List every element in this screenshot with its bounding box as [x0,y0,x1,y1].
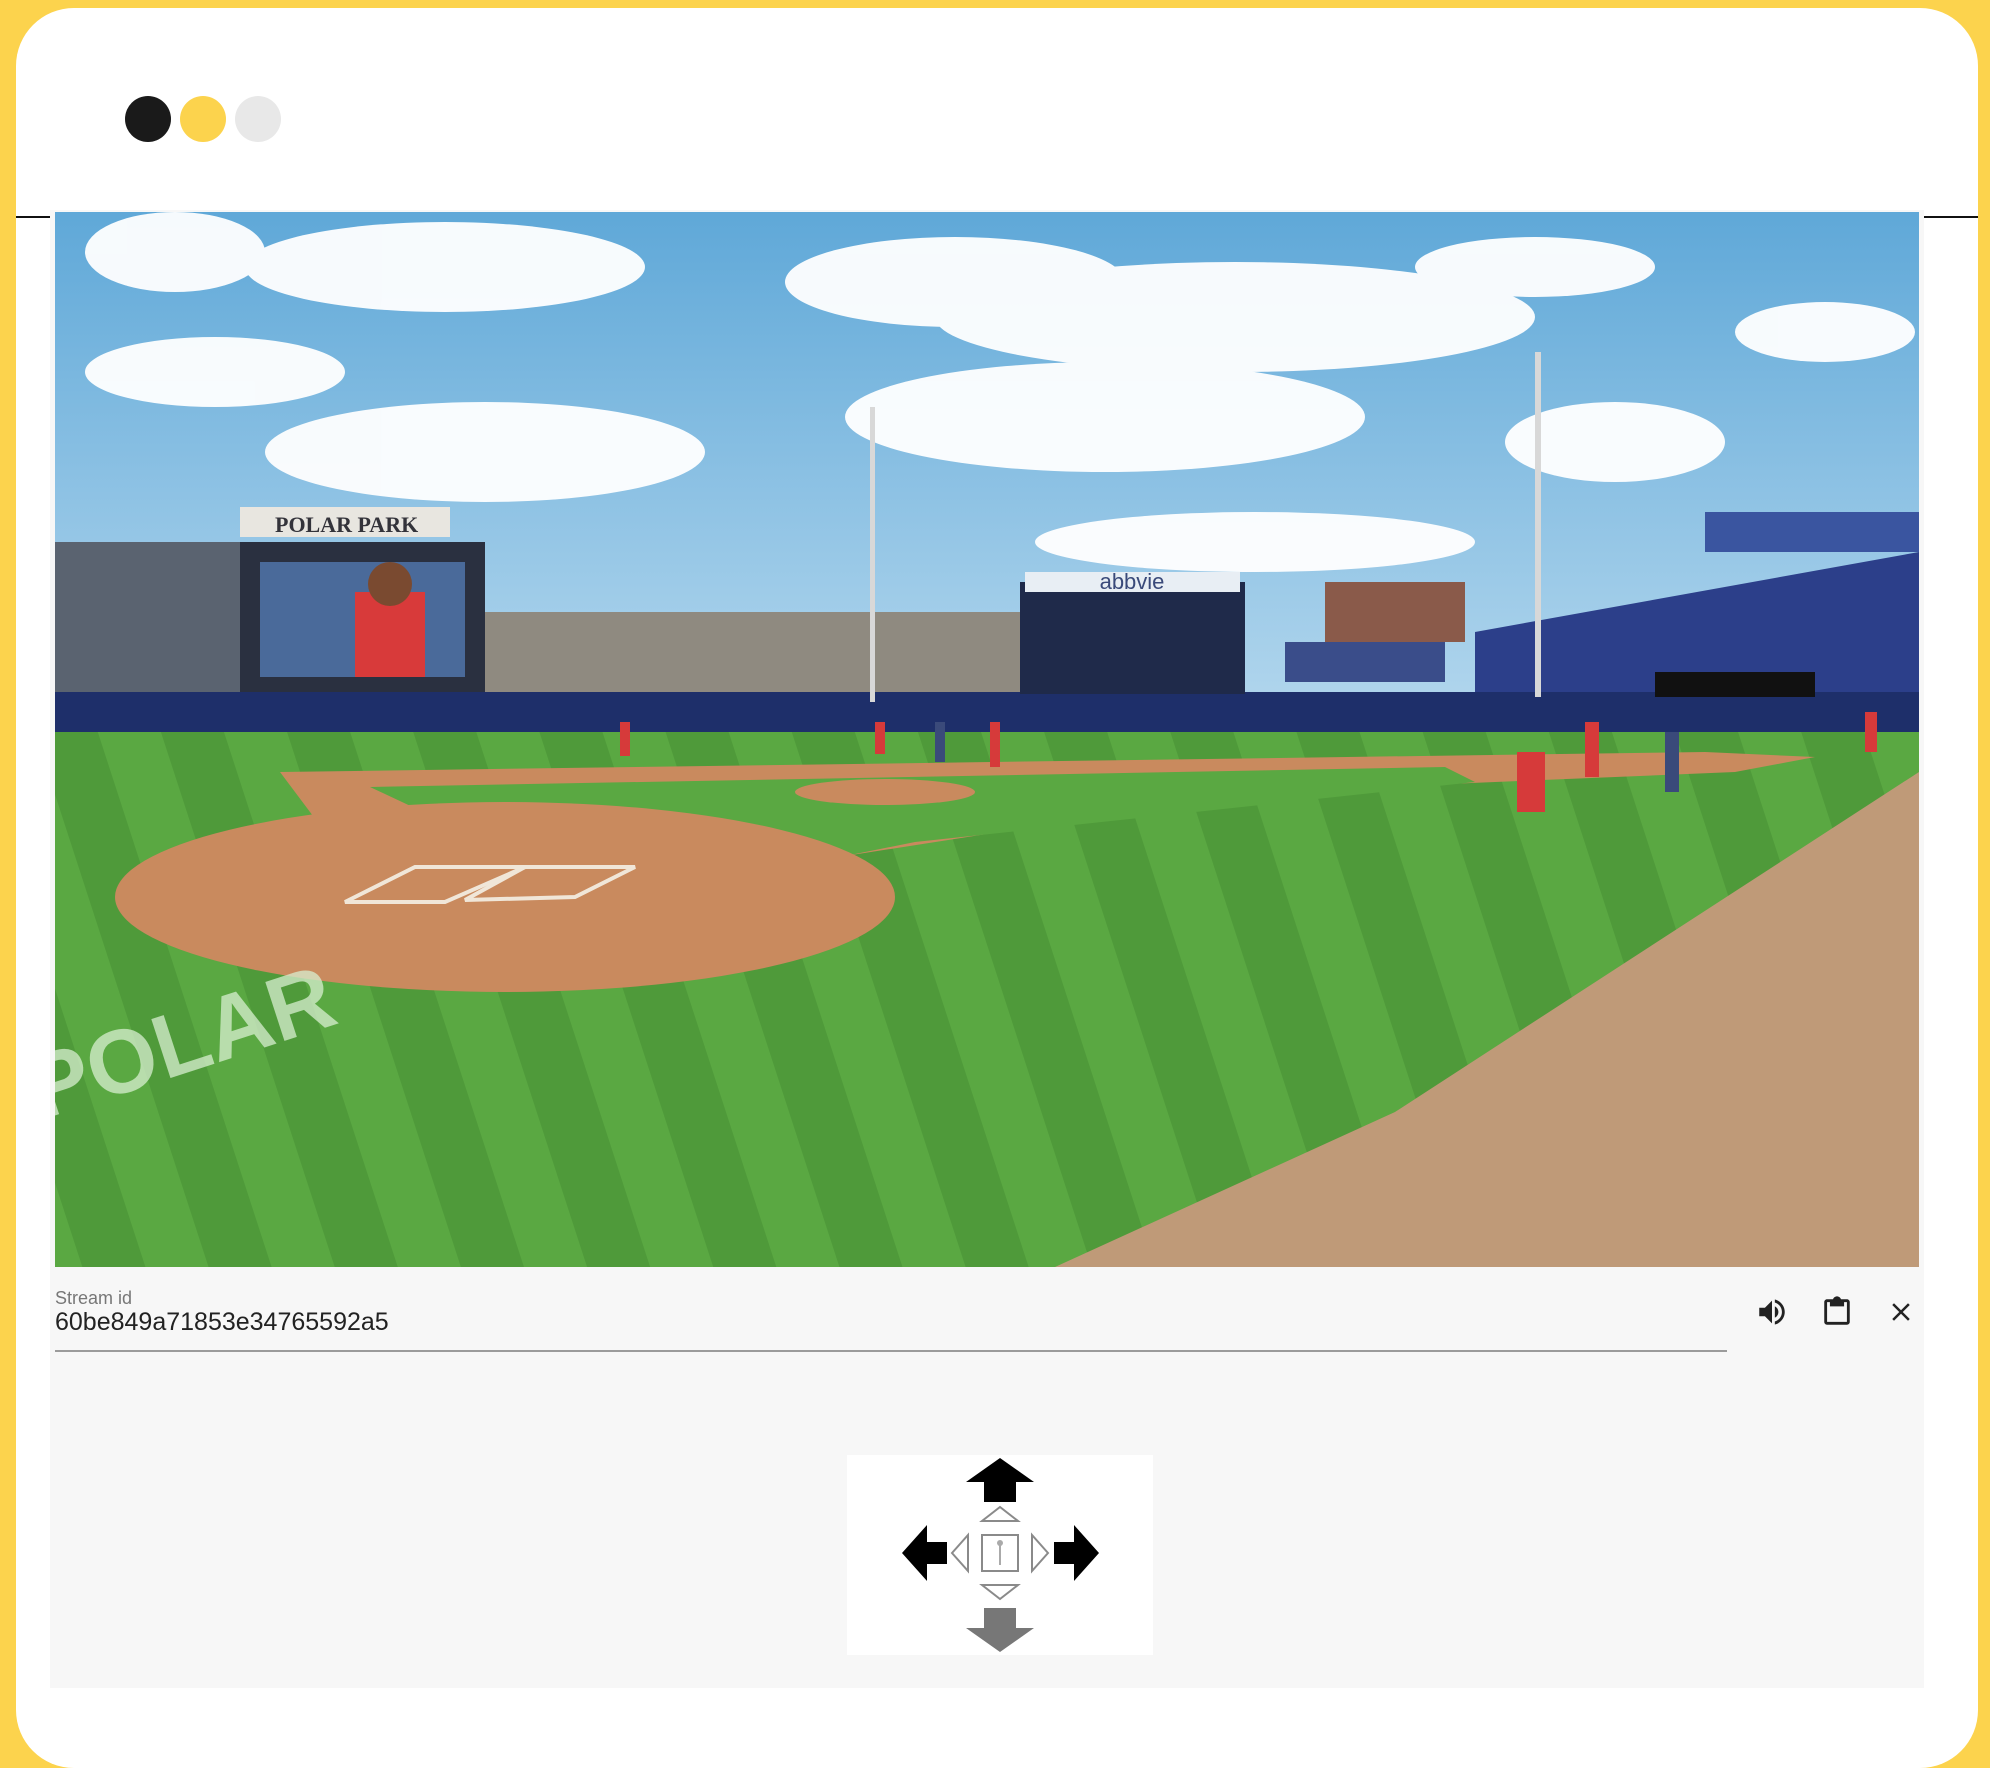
direction-pad [847,1455,1153,1655]
stadium-scene: POLAR PARK abbvie POLAR [55,212,1919,1267]
clipboard-icon [1824,1296,1850,1325]
window-dot-yellow[interactable] [180,96,226,142]
arrow-right-icon[interactable] [1054,1525,1099,1581]
arrow-up-icon[interactable] [966,1458,1034,1502]
window-dot-black[interactable] [125,96,171,142]
arrow-down-icon[interactable] [966,1608,1034,1652]
stream-row: Stream id 60be849a71853e34765592a5 [55,1280,1919,1352]
clipboard-button[interactable] [1815,1290,1859,1334]
center-icon[interactable] [981,1534,1019,1572]
polar-park-sign: POLAR PARK [275,512,418,537]
volume-icon [1759,1299,1785,1325]
stream-id-field[interactable]: Stream id 60be849a71853e34765592a5 [55,1280,1727,1352]
arrow-left-icon[interactable] [902,1525,947,1581]
close-button[interactable] [1879,1290,1923,1334]
video-stream[interactable]: POLAR PARK abbvie POLAR [55,212,1919,1267]
close-icon [1892,1303,1910,1321]
abbvie-sign: abbvie [1100,569,1165,594]
volume-button[interactable] [1750,1290,1794,1334]
stream-id-label: Stream id [55,1288,133,1308]
stream-id-value[interactable]: 60be849a71853e34765592a5 [55,1308,389,1337]
title-bar [16,8,1978,218]
window-dot-gray[interactable] [235,96,281,142]
